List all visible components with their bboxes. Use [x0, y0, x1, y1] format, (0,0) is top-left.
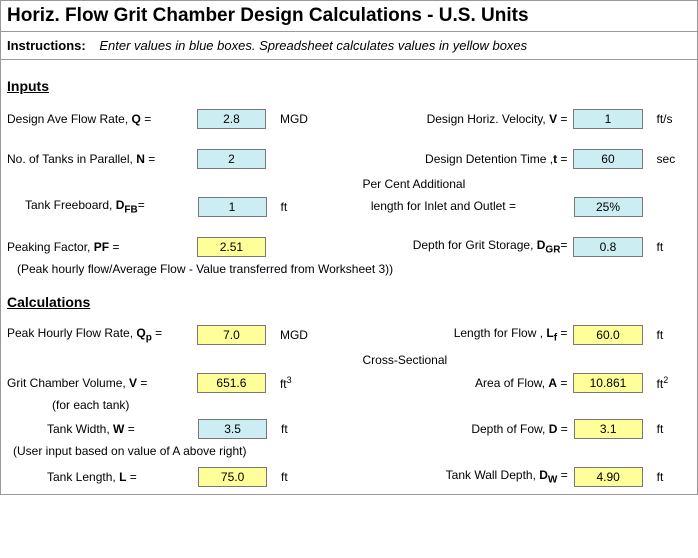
input-n[interactable]: 2	[197, 149, 266, 169]
label-q: Design Ave Flow Rate, Q =	[7, 112, 197, 126]
unit-q: MGD	[266, 112, 334, 126]
row-n-t: No. of Tanks in Parallel, N = 2 Design D…	[7, 148, 691, 170]
input-w[interactable]: 3.5	[198, 419, 267, 439]
row-dfb-pctadd: Tank Freeboard, DFB= 1 ft length for Inl…	[7, 196, 691, 218]
unit-qp: MGD	[266, 328, 334, 342]
sheet-body: Inputs Design Ave Flow Rate, Q = 2.8 MGD…	[1, 60, 697, 494]
output-d: 3.1	[574, 419, 643, 439]
row-w-d: Tank Width, W = 3.5 ft Depth of Fow, D =…	[7, 418, 691, 440]
row-q-v: Design Ave Flow Rate, Q = 2.8 MGD Design…	[7, 108, 691, 130]
unit-lf: ft	[643, 328, 692, 342]
label-d: Depth of Fow, D =	[363, 422, 573, 436]
row-l-dw: Tank Length, L = 75.0 ft Tank Wall Depth…	[7, 466, 691, 488]
input-dgr[interactable]: 0.8	[573, 237, 642, 257]
output-pf: 2.51	[197, 237, 266, 257]
input-q[interactable]: 2.8	[197, 109, 266, 129]
unit-dw: ft	[643, 470, 691, 484]
output-vol: 651.6	[197, 373, 266, 393]
row-pf-dgr: Peaking Factor, PF = 2.51 Depth for Grit…	[7, 236, 691, 258]
row-vol-a: Grit Chamber Volume, V = 651.6 ft3 Area …	[7, 372, 691, 394]
row-pctadd-line1: Per Cent Additional	[7, 174, 691, 196]
label-l: Tank Length, L =	[7, 470, 198, 484]
label-a: Area of Flow, A =	[362, 376, 573, 390]
label-dfb: Tank Freeboard, DFB=	[7, 198, 198, 215]
input-dfb[interactable]: 1	[198, 197, 267, 217]
unit-l: ft	[267, 470, 335, 484]
label-qp: Peak Hourly Flow Rate, Qp =	[7, 326, 197, 343]
inputs-heading: Inputs	[7, 78, 691, 94]
unit-d: ft	[643, 422, 691, 436]
label-dw: Tank Wall Depth, DW =	[363, 468, 573, 485]
output-lf: 60.0	[573, 325, 642, 345]
output-l: 75.0	[198, 467, 267, 487]
output-dw: 4.90	[574, 467, 643, 487]
calculations-heading: Calculations	[7, 294, 691, 310]
label-dgr: Depth for Grit Storage, DGR=	[362, 238, 573, 255]
label-v: Design Horiz. Velocity, V =	[362, 112, 573, 126]
spreadsheet: Horiz. Flow Grit Chamber Design Calculat…	[0, 0, 698, 495]
unit-vol: ft3	[266, 375, 334, 391]
label-a-line1: Cross-Sectional	[363, 353, 574, 369]
label-pctadd-line1: Per Cent Additional	[363, 177, 574, 193]
input-v[interactable]: 1	[573, 109, 642, 129]
instructions-label: Instructions:	[7, 38, 86, 53]
output-qp: 7.0	[197, 325, 266, 345]
note-w: (User input based on value of A above ri…	[13, 444, 691, 458]
row-qp-lf: Peak Hourly Flow Rate, Qp = 7.0 MGD Leng…	[7, 324, 691, 346]
label-n: No. of Tanks in Parallel, N =	[7, 152, 197, 166]
instructions-text: Enter values in blue boxes. Spreadsheet …	[99, 38, 527, 53]
unit-a: ft2	[643, 375, 692, 391]
label-w: Tank Width, W =	[7, 422, 198, 436]
instructions-row: Instructions: Enter values in blue boxes…	[1, 32, 697, 60]
page-title: Horiz. Flow Grit Chamber Design Calculat…	[1, 0, 697, 32]
label-lf: Length for Flow , Lf =	[362, 326, 573, 343]
note-pf: (Peak hourly flow/Average Flow - Value t…	[17, 262, 691, 276]
note-vol: (for each tank)	[52, 398, 691, 412]
unit-t: sec	[643, 152, 692, 166]
input-pctadd[interactable]: 25%	[574, 197, 643, 217]
unit-dgr: ft	[643, 240, 692, 254]
unit-dfb: ft	[267, 200, 335, 214]
unit-v: ft/s	[643, 112, 692, 126]
row-a-line1: Cross-Sectional	[7, 350, 691, 372]
input-t[interactable]: 60	[573, 149, 642, 169]
label-vol: Grit Chamber Volume, V =	[7, 376, 197, 390]
output-a: 10.861	[573, 373, 642, 393]
unit-w: ft	[267, 422, 335, 436]
label-t: Design Detention Time ,t =	[362, 152, 573, 166]
label-pctadd-line2: length for Inlet and Outlet =	[363, 199, 574, 215]
label-pf: Peaking Factor, PF =	[7, 240, 197, 254]
